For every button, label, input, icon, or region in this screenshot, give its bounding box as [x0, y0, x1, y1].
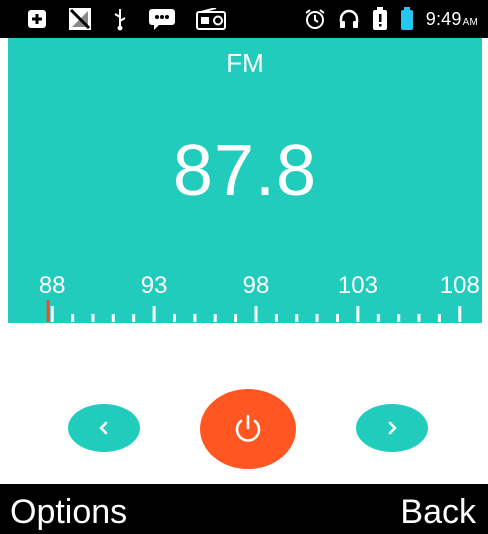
major-tick [152, 306, 156, 322]
softkey-bar: Options Back [0, 484, 488, 534]
minor-tick [132, 314, 136, 322]
battery-icon [400, 7, 414, 31]
clock-ampm: AM [462, 16, 478, 28]
battery-alert-icon [372, 7, 388, 31]
minor-tick [295, 314, 299, 322]
minor-tick [71, 314, 75, 322]
minor-tick [336, 314, 339, 322]
clock-time: 9:49 [425, 8, 462, 29]
scale-label: 98 [242, 272, 270, 299]
signal-slash-icon [68, 7, 92, 31]
alarm-icon [304, 8, 326, 30]
minor-tick [417, 314, 421, 322]
minor-tick [234, 314, 238, 322]
add-box-icon [26, 8, 48, 30]
minor-tick [91, 314, 95, 322]
chat-icon [148, 8, 176, 30]
major-tick [458, 306, 462, 322]
scale-label: 88 [38, 272, 66, 299]
usb-icon [112, 7, 128, 31]
next-station-button[interactable] [356, 404, 428, 452]
band-label: FM [226, 48, 264, 78]
chevron-right-icon [388, 421, 397, 435]
scale-label: 93 [140, 272, 168, 299]
minor-tick [376, 314, 380, 322]
major-tick [254, 306, 258, 322]
fm-radio-screen: 9:49AM FM 87.8 88 93 98 103 108 Options Back [0, 0, 488, 534]
minor-tick [315, 314, 319, 322]
chevron-left-icon [99, 421, 108, 435]
options-softkey[interactable]: Options [10, 493, 127, 532]
power-button[interactable] [200, 389, 296, 469]
minor-tick [213, 314, 217, 322]
frequency-display: 87.8 [172, 131, 318, 211]
minor-tick [173, 314, 176, 322]
power-icon [235, 414, 261, 442]
headphones-icon [338, 8, 360, 30]
scale-label: 103 [337, 272, 378, 299]
major-tick [356, 306, 360, 322]
back-softkey[interactable]: Back [400, 493, 476, 532]
tuning-scale[interactable] [8, 300, 482, 322]
radio-panel: FM 87.8 88 93 98 103 108 [8, 38, 482, 323]
minor-tick [437, 314, 441, 322]
minor-tick [274, 314, 278, 322]
minor-tick [193, 314, 197, 322]
scale-label: 108 [439, 272, 480, 299]
minor-tick [111, 314, 115, 322]
radio-icon [196, 8, 226, 30]
status-bar: 9:49AM [0, 0, 488, 38]
previous-station-button[interactable] [68, 404, 140, 452]
tuning-needle[interactable] [46, 300, 50, 322]
minor-tick [397, 314, 401, 322]
major-tick [50, 306, 54, 322]
clock: 9:49AM [426, 9, 478, 30]
